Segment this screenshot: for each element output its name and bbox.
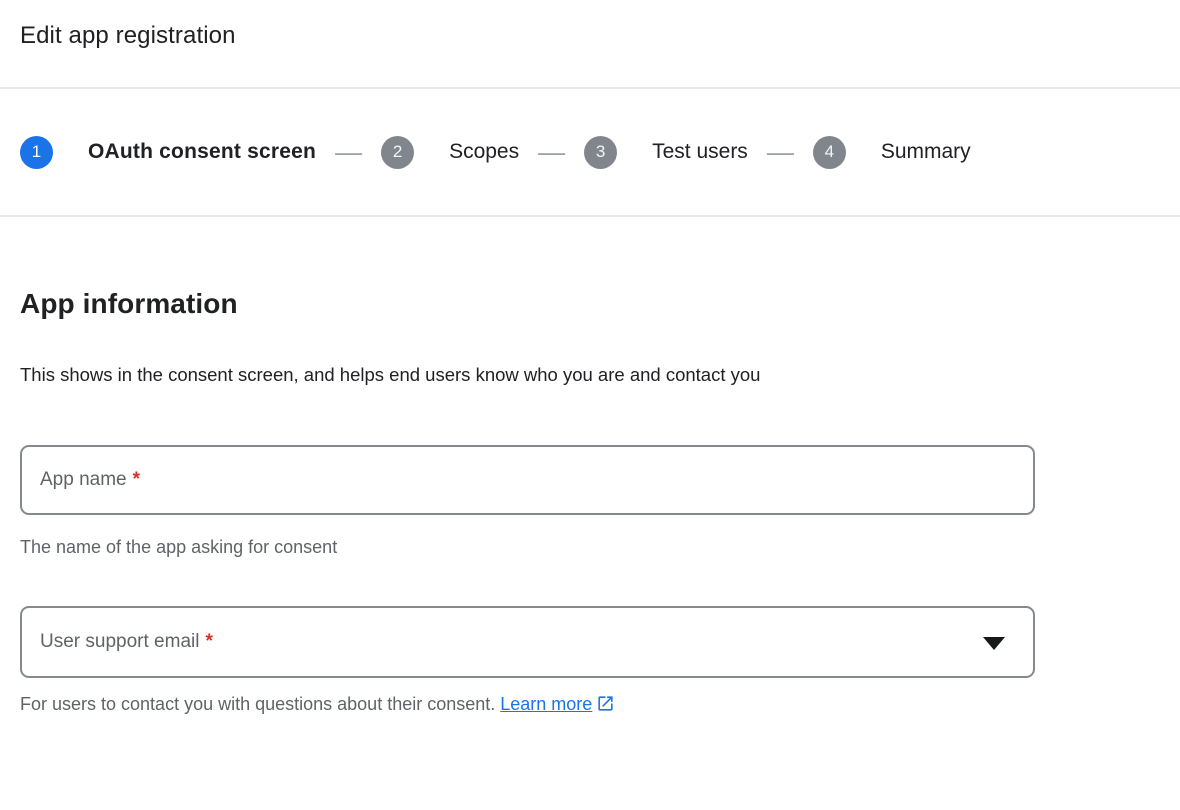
step-separator: —	[767, 139, 794, 166]
step-4-circle: 4	[813, 136, 846, 169]
user-support-email-required-marker: *	[205, 631, 212, 653]
app-information-section: App information This shows in the consen…	[0, 287, 1180, 716]
step-test-users[interactable]: 3 Test users	[584, 136, 748, 169]
step-scopes[interactable]: 2 Scopes	[381, 136, 519, 169]
arrow-drop-down-icon	[983, 637, 1005, 650]
app-name-required-marker: *	[133, 469, 140, 491]
section-heading: App information	[20, 287, 1160, 320]
step-4-label: Summary	[881, 140, 971, 164]
page-header: Edit app registration	[0, 0, 1180, 89]
user-support-email-helper: For users to contact you with questions …	[20, 693, 1160, 716]
step-3-label: Test users	[652, 140, 748, 164]
section-description: This shows in the consent screen, and he…	[20, 352, 810, 397]
step-2-label: Scopes	[449, 140, 519, 164]
step-2-circle: 2	[381, 136, 414, 169]
app-name-helper-text: The name of the app asking for consent	[20, 536, 1160, 559]
step-oauth-consent-screen[interactable]: 1 OAuth consent screen	[20, 136, 316, 169]
learn-more-link[interactable]: Learn more	[500, 694, 592, 714]
step-1-label: OAuth consent screen	[88, 140, 316, 164]
app-name-input[interactable]: App name *	[20, 445, 1035, 515]
user-support-email-label: User support email	[40, 631, 199, 653]
open-in-new-icon[interactable]	[596, 694, 615, 713]
step-separator: —	[538, 139, 565, 166]
step-3-circle: 3	[584, 136, 617, 169]
user-support-email-select[interactable]: User support email *	[20, 606, 1035, 678]
step-summary[interactable]: 4 Summary	[813, 136, 971, 169]
user-support-email-helper-text: For users to contact you with questions …	[20, 694, 495, 714]
step-separator: —	[335, 139, 362, 166]
step-1-circle: 1	[20, 136, 53, 169]
wizard-stepper: 1 OAuth consent screen — 2 Scopes — 3 Te…	[0, 89, 1180, 217]
app-name-label: App name	[40, 469, 127, 491]
page-title: Edit app registration	[20, 22, 1160, 50]
